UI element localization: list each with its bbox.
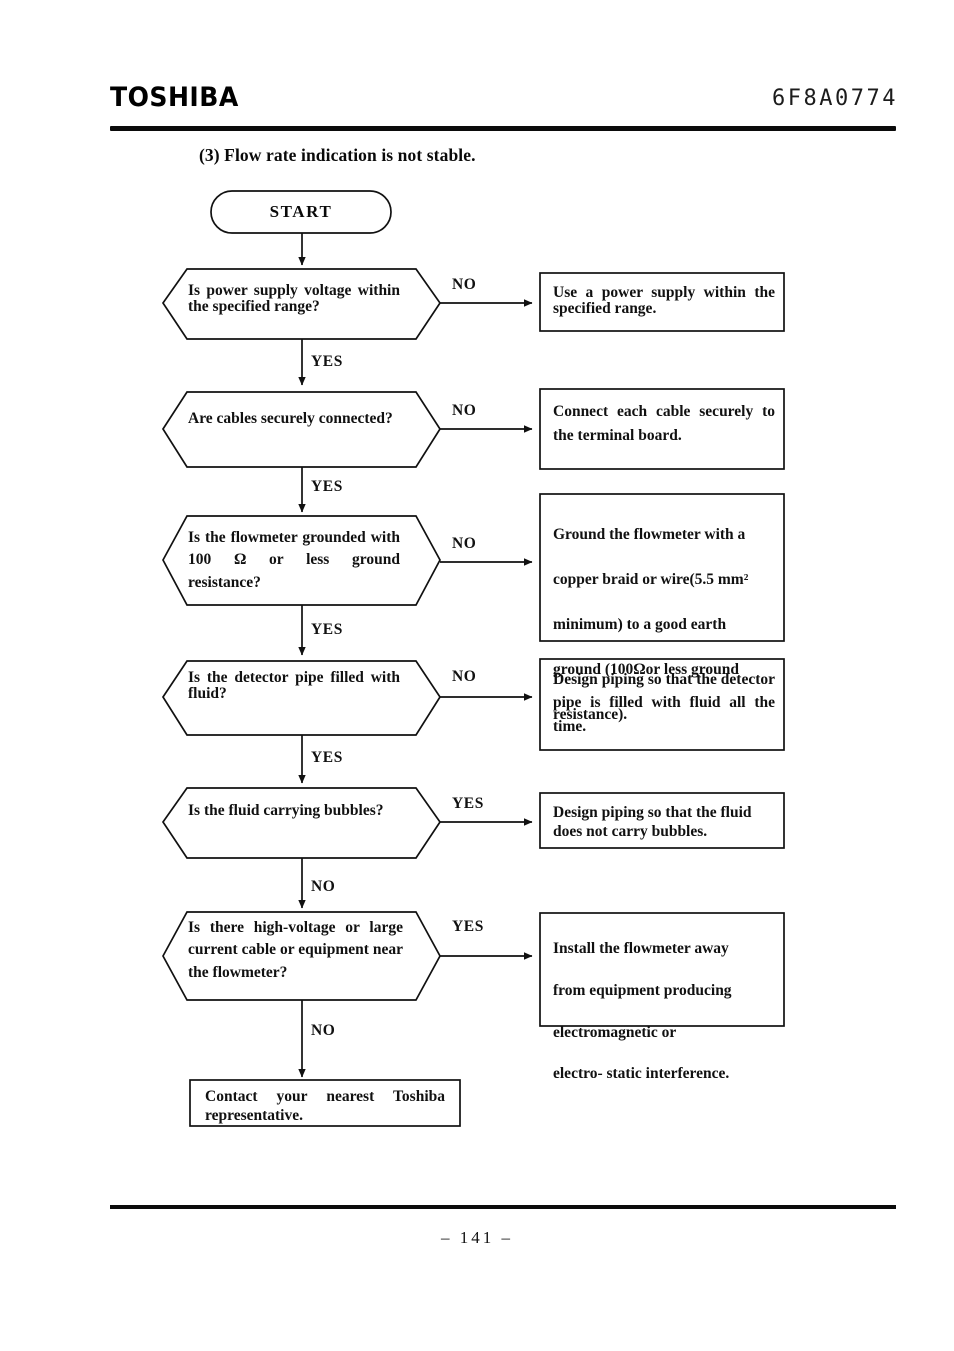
branch-label-detector-pipe-yes: YES	[311, 749, 343, 766]
decision-label-detector-pipe: Is the detector pipe filled with fluid?	[188, 669, 400, 702]
action-line: copper braid or wire(5.5 mm²	[553, 571, 749, 589]
decision-label-cables: Are cables securely connected?	[188, 410, 393, 427]
branch-label-cables-yes: YES	[311, 478, 343, 495]
decision-label-power-supply: Is power supply voltage within the speci…	[188, 282, 400, 315]
branch-label-grounding-no: NO	[452, 535, 477, 552]
branch-label-bubbles-no: NO	[311, 878, 336, 895]
action-line: from equipment producing	[553, 981, 732, 999]
decision-label-grounding: Is the flowmeter grounded with 100 Ω or …	[188, 529, 400, 591]
decision-shape-cables	[161, 391, 442, 468]
action-label-cables: Connect each cable securely to the termi…	[553, 403, 775, 445]
action-label-power-supply: Use a power supply within the specified …	[553, 284, 775, 317]
branch-label-cables-no: NO	[452, 402, 477, 419]
branch-label-detector-pipe-no: NO	[452, 668, 477, 685]
decision-label-interference: Is there high-voltage or large current c…	[188, 919, 403, 981]
decision-shape-bubbles	[161, 787, 442, 859]
page-number: – 141 –	[441, 1228, 513, 1247]
action-line: Install the flowmeter away	[553, 939, 729, 957]
end-label: Contact your nearest Toshiba representat…	[205, 1088, 445, 1125]
branch-label-grounding-yes: YES	[311, 621, 343, 638]
branch-label-bubbles-yes: YES	[452, 795, 484, 812]
action-line: minimum) to a good earth	[553, 616, 727, 634]
action-line: electromagnetic or	[553, 1023, 677, 1041]
action-line: electro- static interference.	[553, 1065, 730, 1083]
footer-divider	[110, 1205, 896, 1209]
action-line: Ground the flowmeter with a	[553, 526, 746, 544]
decision-label-bubbles: Is the fluid carrying bubbles?	[188, 802, 384, 819]
branch-label-power-supply-no: NO	[452, 276, 477, 293]
action-label-detector-pipe: Design piping so that the detector pipe …	[553, 671, 775, 735]
branch-label-power-supply-yes: YES	[311, 353, 343, 370]
action-label-bubbles: Design piping so that the fluid does not…	[553, 804, 752, 841]
branch-label-interference-yes: YES	[452, 918, 484, 935]
start-label: START	[269, 202, 333, 221]
troubleshooting-flowchart: START Is power supply voltage within the…	[0, 0, 954, 1351]
action-label-interference: Install the flowmeter away from equipmen…	[553, 918, 775, 1106]
branch-label-interference-no: NO	[311, 1022, 336, 1039]
